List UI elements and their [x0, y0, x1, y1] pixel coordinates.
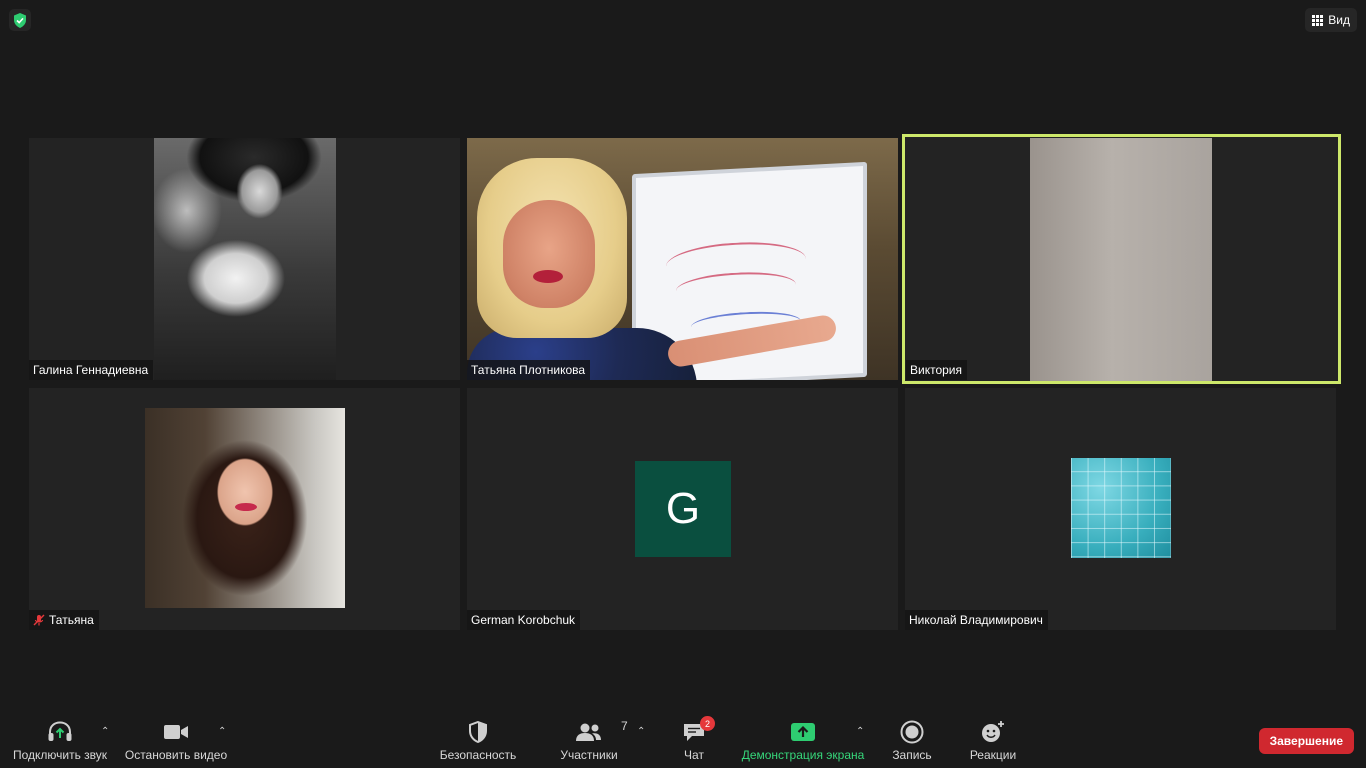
participant-name: Татьяна Плотникова — [471, 363, 586, 377]
security-button[interactable]: Безопасность — [438, 712, 518, 768]
video-tile-viktoriya[interactable]: Виктория — [902, 134, 1341, 384]
record-icon — [900, 720, 924, 744]
stop-video-button[interactable]: Остановить видео — [123, 712, 229, 768]
meeting-toolbar: Подключить звук ⌃ Остановить видео ⌃ Без… — [0, 712, 1366, 768]
shield-icon — [469, 721, 487, 743]
participant-video — [467, 138, 898, 380]
participant-name-tag: Галина Геннадиевна — [29, 360, 154, 380]
participant-name: Виктория — [910, 363, 963, 377]
join-audio-button[interactable]: Подключить звук — [8, 712, 112, 768]
participant-name-tag: German Korobchuk — [467, 610, 581, 630]
headphones-icon — [48, 721, 72, 741]
security-label: Безопасность — [439, 748, 517, 762]
security-status[interactable] — [9, 9, 31, 31]
participant-name-tag: Татьяна — [29, 610, 99, 630]
video-camera-icon — [164, 725, 188, 739]
stop-video-label: Остановить видео — [124, 748, 228, 762]
share-screen-label: Демонстрация экрана — [741, 748, 865, 762]
audio-options-chevron-icon[interactable]: ⌃ — [101, 726, 109, 737]
participant-name: Николай Владимирович — [909, 613, 1043, 627]
video-tile-german-korobchuk[interactable]: G German Korobchuk — [467, 388, 898, 630]
participant-photo — [154, 138, 336, 380]
reactions-button[interactable]: Реакции — [966, 712, 1020, 768]
view-label: Вид — [1328, 13, 1350, 27]
shield-icon — [14, 12, 26, 28]
chat-label: Чат — [684, 748, 704, 762]
participant-name: German Korobchuk — [471, 613, 576, 627]
video-tile-tatyana[interactable]: Татьяна — [29, 388, 460, 630]
participants-label: Участники — [560, 748, 618, 762]
participant-name-tag: Татьяна Плотникова — [467, 360, 591, 380]
participants-icon — [576, 723, 601, 741]
participant-name: Галина Геннадиевна — [33, 363, 149, 377]
participant-photo — [145, 408, 345, 608]
video-tile-tatyana-plotnikova[interactable]: Татьяна Плотникова — [467, 138, 898, 380]
chat-button[interactable]: 2 Чат — [674, 712, 715, 768]
view-button[interactable]: Вид — [1305, 8, 1357, 32]
video-tile-galina[interactable]: Галина Геннадиевна — [29, 138, 460, 380]
record-button[interactable]: Запись — [888, 712, 936, 768]
participants-options-chevron-icon[interactable]: ⌃ — [637, 726, 645, 737]
video-options-chevron-icon[interactable]: ⌃ — [218, 726, 226, 737]
participant-photo — [1071, 458, 1171, 558]
participant-name: Татьяна — [49, 613, 94, 627]
share-screen-button[interactable]: Демонстрация экрана — [739, 712, 867, 768]
participant-video — [1030, 138, 1212, 381]
join-audio-label: Подключить звук — [12, 748, 108, 762]
share-screen-icon — [791, 723, 815, 741]
share-options-chevron-icon[interactable]: ⌃ — [856, 726, 864, 737]
avatar: G — [635, 461, 731, 557]
reaction-emoji-icon — [982, 721, 1004, 742]
participants-button[interactable]: 7 Участники — [556, 712, 627, 768]
participant-name-tag: Виктория — [906, 360, 968, 380]
reactions-label: Реакции — [969, 748, 1017, 762]
participants-count: 7 — [621, 719, 628, 733]
end-meeting-button[interactable]: Завершение — [1258, 728, 1354, 754]
chat-unread-badge: 2 — [700, 716, 715, 731]
grid-icon — [1312, 14, 1324, 26]
participant-name-tag: Николай Владимирович — [905, 610, 1048, 630]
record-label: Запись — [892, 748, 932, 762]
video-tile-nikolay[interactable]: Николай Владимирович — [905, 388, 1336, 630]
muted-mic-icon — [33, 614, 45, 626]
